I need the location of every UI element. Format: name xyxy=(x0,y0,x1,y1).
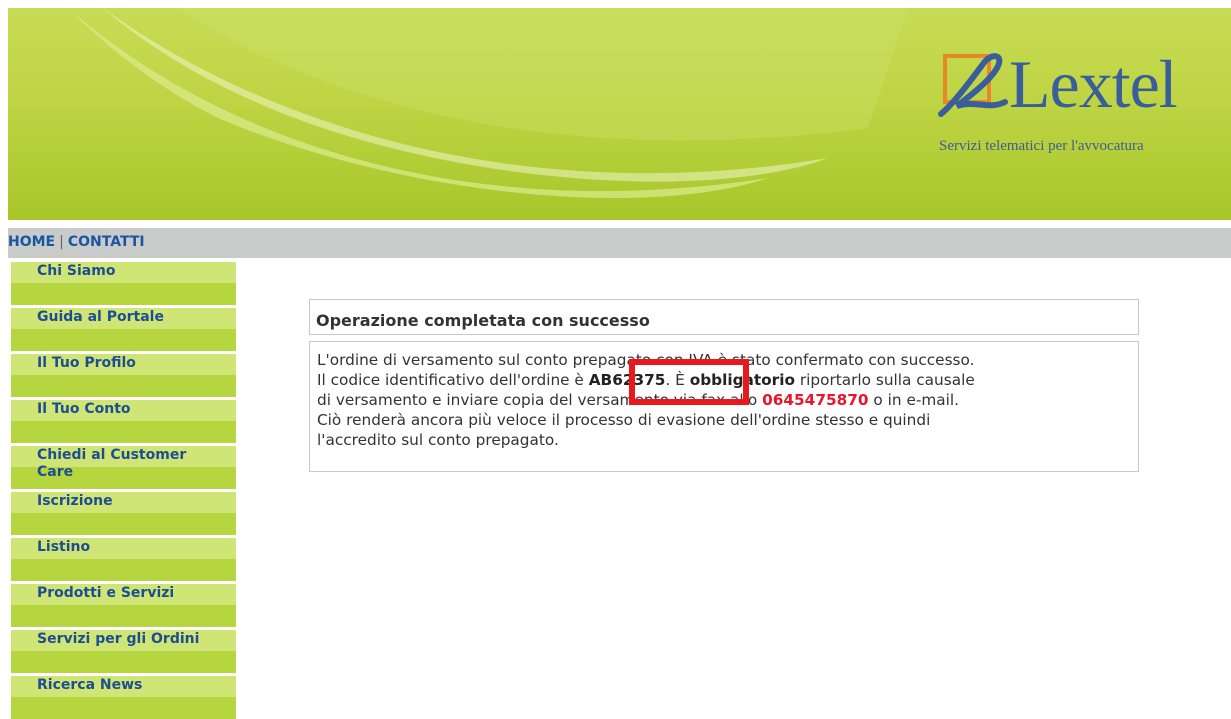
message-line-3: di versamento e inviare copia del versam… xyxy=(317,390,1132,410)
fax-number: 0645475870 xyxy=(762,391,869,409)
message-line-5: l'accredito sul conto prepagato. xyxy=(317,431,559,449)
sidebar-item-label: Il Tuo Conto xyxy=(37,401,131,417)
message-line-2-dot: . È xyxy=(665,371,690,389)
obligatory-text: obbligatorio xyxy=(689,371,795,389)
message-title: Operazione completata con successo xyxy=(309,299,1139,335)
nav-contatti-link[interactable]: CONTATTI xyxy=(68,234,145,250)
sidebar-item-il-tuo-profilo[interactable]: Il Tuo Profilo xyxy=(8,354,236,397)
sidebar-item-label: Ricerca News xyxy=(37,677,143,693)
sidebar-item-servizi-per-gli-ordini[interactable]: Servizi per gli Ordini xyxy=(8,630,236,673)
logo-tagline: Servizi telematici per l'avvocatura xyxy=(939,138,1144,154)
message-body: L'ordine di versamento sul conto prepaga… xyxy=(309,341,1139,472)
message-line-3-pre: di versamento e inviare copia del versam… xyxy=(317,391,763,409)
top-nav: HOME | CONTATTI xyxy=(8,228,1231,258)
nav-separator: | xyxy=(59,234,64,250)
message-line-1: L'ordine di versamento sul conto prepaga… xyxy=(317,351,975,369)
order-code: AB62375 xyxy=(588,371,666,389)
sidebar-item-prodotti-e-servizi[interactable]: Prodotti e Servizi xyxy=(8,584,236,627)
logo-name: Lextel xyxy=(1009,46,1178,122)
sidebar-item-label: Servizi per gli Ordini xyxy=(37,631,200,647)
sidebar-item-chi-siamo[interactable]: Chi Siamo xyxy=(8,262,236,305)
message-line-4: Ciò renderà ancora più veloce il process… xyxy=(317,411,931,429)
header-banner: Lextel Servizi telematici per l'avvocatu… xyxy=(8,8,1231,220)
lextel-logo[interactable]: Lextel Servizi telematici per l'avvocatu… xyxy=(927,42,1217,162)
nav-home-link[interactable]: HOME xyxy=(8,234,55,250)
message-line-2: Il codice identificativo dell'ordine è A… xyxy=(317,370,1132,390)
sidebar-item-listino[interactable]: Listino xyxy=(8,538,236,581)
sidebar-item-ricerca-news[interactable]: Ricerca News xyxy=(8,676,236,719)
sidebar-item-label: Listino xyxy=(37,539,91,555)
message-line-3-post: o in e-mail. xyxy=(868,391,960,409)
sidebar-item-label: Guida al Portale xyxy=(37,309,164,325)
sidebar-item-il-tuo-conto[interactable]: Il Tuo Conto xyxy=(8,400,236,443)
sidebar-item-label: Chiedi al Customer Care xyxy=(37,447,187,480)
sidebar-item-guida-al-portale[interactable]: Guida al Portale xyxy=(8,308,236,351)
sidebar-item-iscrizione[interactable]: Iscrizione xyxy=(8,492,236,535)
sidebar-item-chiedi-al-customer-care[interactable]: Chiedi al Customer Care xyxy=(8,446,236,489)
message-line-2-post: riportarlo sulla causale xyxy=(794,371,975,389)
sidebar-item-label: Prodotti e Servizi xyxy=(37,585,175,601)
sidebar-item-label: Iscrizione xyxy=(37,493,113,509)
sidebar-item-label: Chi Siamo xyxy=(37,263,116,279)
sidebar-item-label: Il Tuo Profilo xyxy=(37,355,136,371)
lextel-logo-mark-icon xyxy=(938,53,1008,117)
message-line-2-pre: Il codice identificativo dell'ordine è xyxy=(317,371,589,389)
